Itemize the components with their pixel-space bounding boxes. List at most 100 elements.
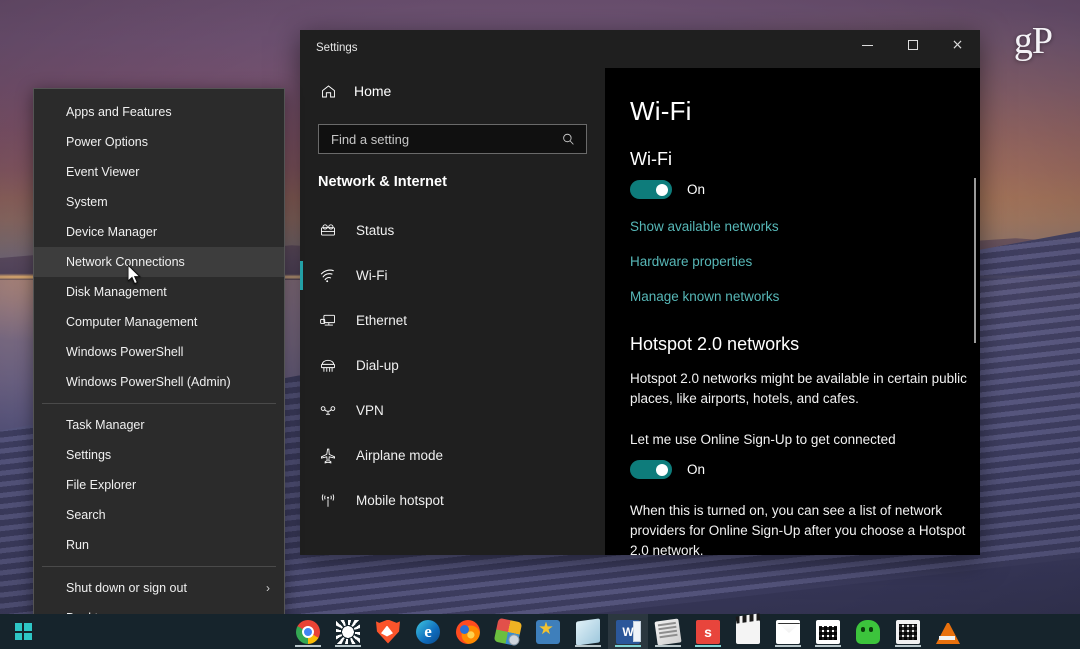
menu-item-device-manager[interactable]: Device Manager (34, 217, 284, 247)
hotspot-section: Hotspot 2.0 networks Hotspot 2.0 network… (630, 334, 980, 555)
sidebar-item-status[interactable]: Status (300, 208, 605, 253)
menu-separator (42, 403, 276, 404)
taskbar-icon-strip (288, 614, 968, 649)
taskbar-photos-button[interactable] (528, 614, 568, 649)
wifi-toggle-state: On (687, 182, 706, 197)
sidebar-item-label: Ethernet (356, 313, 408, 328)
menu-item-computer-management[interactable]: Computer Management (34, 307, 284, 337)
settings-titlebar[interactable]: Settings × (300, 30, 980, 68)
ethernet-icon (318, 311, 338, 331)
content-scrollbar-thumb[interactable] (974, 178, 976, 343)
game-icon (856, 619, 880, 644)
sidebar-item-wifi[interactable]: Wi-Fi (300, 253, 605, 298)
sticky-notes-icon (576, 617, 600, 646)
menu-item-windows-powershell-admin[interactable]: Windows PowerShell (Admin) (34, 367, 284, 397)
mail-icon (776, 619, 800, 644)
sidebar-item-label: Airplane mode (356, 448, 444, 463)
maximize-button[interactable] (890, 30, 935, 60)
task-underline (335, 645, 361, 647)
taskbar-game-button[interactable] (848, 614, 888, 649)
hotspot-icon (318, 491, 338, 511)
taskbar-brightness-button[interactable] (328, 614, 368, 649)
menu-item-power-options[interactable]: Power Options (34, 127, 284, 157)
sidebar-item-vpn[interactable]: VPN (300, 388, 605, 433)
sidebar-item-label: VPN (356, 403, 384, 418)
settings-window: Settings × Home Find a setting Network &… (300, 30, 980, 555)
sidebar-item-mobile-hotspot[interactable]: Mobile hotspot (300, 478, 605, 523)
sway-icon (696, 619, 720, 644)
link-manage-known-networks[interactable]: Manage known networks (630, 289, 980, 304)
movie-maker-icon (736, 619, 760, 644)
menu-item-disk-management[interactable]: Disk Management (34, 277, 284, 307)
taskbar-sway-button[interactable] (688, 614, 728, 649)
winx-group-tools: Task Manager Settings File Explorer Sear… (34, 410, 284, 560)
sidebar-item-airplane-mode[interactable]: Airplane mode (300, 433, 605, 478)
hotspot-title: Hotspot 2.0 networks (630, 334, 800, 354)
menu-item-search[interactable]: Search (34, 500, 284, 530)
airplane-icon (318, 446, 338, 466)
menu-item-settings[interactable]: Settings (34, 440, 284, 470)
taskbar (0, 614, 1080, 649)
taskbar-word-button[interactable] (608, 614, 648, 649)
calculator-icon (896, 619, 920, 644)
taskbar-calculator-button[interactable] (888, 614, 928, 649)
minimize-button[interactable] (845, 30, 890, 60)
site-watermark: gP (1013, 20, 1053, 62)
sidebar-item-label: Status (356, 223, 395, 238)
windows-logo-icon (14, 623, 32, 640)
sidebar-item-home[interactable]: Home (300, 72, 605, 110)
start-button[interactable] (0, 614, 46, 649)
settings-sidebar: Home Network & Internet (300, 68, 605, 555)
online-signup-label: Let me use Online Sign-Up to get connect… (630, 431, 896, 447)
close-icon: × (951, 37, 964, 53)
taskbar-news-button[interactable] (648, 614, 688, 649)
task-underline (575, 645, 601, 647)
menu-item-network-connections[interactable]: Network Connections (34, 247, 284, 277)
taskbar-edge-button[interactable] (408, 614, 448, 649)
word-icon (616, 619, 641, 644)
status-icon (318, 221, 338, 241)
taskbar-movie-maker-button[interactable] (728, 614, 768, 649)
sidebar-item-ethernet[interactable]: Ethernet (300, 298, 605, 343)
wifi-toggle[interactable] (630, 180, 672, 199)
menu-item-event-viewer[interactable]: Event Viewer (34, 157, 284, 187)
menu-item-task-manager[interactable]: Task Manager (34, 410, 284, 440)
task-underline (655, 645, 681, 647)
sidebar-item-label: Wi-Fi (356, 268, 388, 283)
online-signup-toggle-row[interactable]: On (630, 459, 980, 479)
brave-icon (376, 619, 400, 644)
task-underline (615, 645, 641, 647)
taskbar-sticky-notes-button[interactable] (568, 614, 608, 649)
taskbar-chrome-button[interactable] (288, 614, 328, 649)
menu-item-windows-powershell[interactable]: Windows PowerShell (34, 337, 284, 367)
search-icon[interactable] (558, 129, 578, 149)
search-input[interactable] (331, 131, 558, 147)
taskbar-calendar-button[interactable] (808, 614, 848, 649)
sidebar-item-dialup[interactable]: Dial-up (300, 343, 605, 388)
taskbar-pinwheel-button[interactable] (488, 614, 528, 649)
wifi-toggle-row[interactable]: On (630, 180, 980, 199)
wifi-group: Wi-Fi On Show available networks Hardwar… (630, 149, 980, 304)
news-icon (654, 617, 682, 646)
menu-item-label: Shut down or sign out (66, 581, 187, 595)
settings-content-pane: Wi-Fi Wi-Fi On Show available networks H… (605, 68, 980, 555)
menu-separator (42, 566, 276, 567)
taskbar-mail-button[interactable] (768, 614, 808, 649)
link-hardware-properties[interactable]: Hardware properties (630, 254, 980, 269)
menu-item-system[interactable]: System (34, 187, 284, 217)
menu-item-shut-down-or-sign-out[interactable]: Shut down or sign out › (34, 573, 284, 603)
menu-item-run[interactable]: Run (34, 530, 284, 560)
winx-context-menu: Apps and Features Power Options Event Vi… (33, 88, 285, 634)
taskbar-brave-button[interactable] (368, 614, 408, 649)
close-button[interactable]: × (935, 30, 980, 60)
taskbar-firefox-button[interactable] (448, 614, 488, 649)
online-signup-description: When this is turned on, you can see a li… (630, 502, 966, 555)
menu-item-apps-and-features[interactable]: Apps and Features (34, 97, 284, 127)
menu-item-file-explorer[interactable]: File Explorer (34, 470, 284, 500)
search-box[interactable] (318, 124, 587, 154)
sidebar-item-label: Mobile hotspot (356, 493, 444, 508)
online-signup-toggle[interactable] (630, 459, 672, 479)
maximize-icon (907, 40, 918, 50)
link-show-available-networks[interactable]: Show available networks (630, 219, 980, 234)
taskbar-vlc-button[interactable] (928, 614, 968, 649)
